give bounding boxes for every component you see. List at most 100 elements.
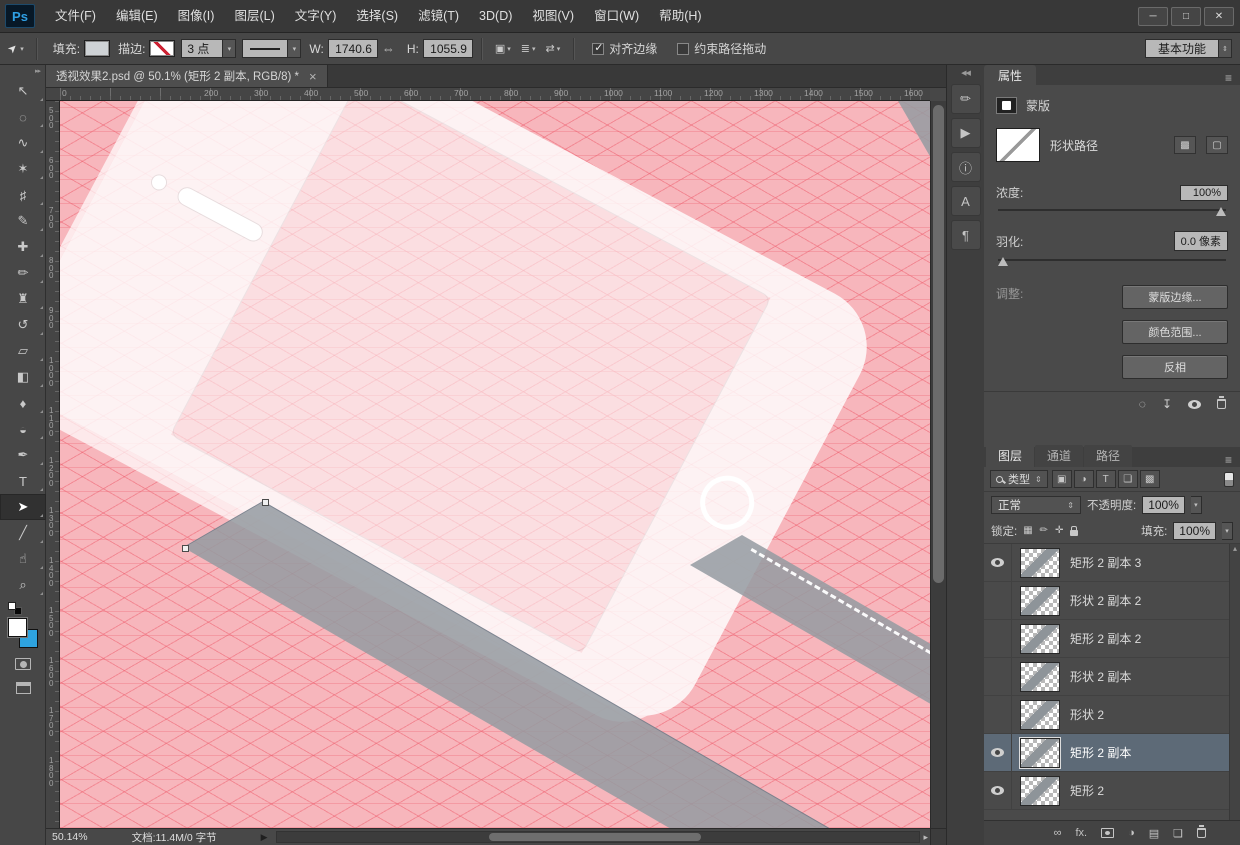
tool-preset-picker[interactable]: ➤ ▾: [8, 42, 24, 55]
add-pixel-mask-icon[interactable]: ▩: [1174, 136, 1196, 154]
panel-tab[interactable]: 通道: [1035, 445, 1083, 467]
invert-button[interactable]: 反相: [1122, 355, 1228, 379]
crop-tool[interactable]: ♯: [0, 182, 46, 208]
link-layers-icon[interactable]: ∞: [1054, 827, 1062, 839]
opacity-field[interactable]: 100%: [1142, 496, 1185, 514]
lock-image-pixels-icon[interactable]: ✏: [1040, 525, 1048, 536]
menu-item[interactable]: 3D(D): [469, 0, 522, 33]
eraser-tool[interactable]: ▱: [0, 338, 46, 364]
filter-type-layers-icon[interactable]: T: [1096, 470, 1116, 488]
layer-visibility-toggle[interactable]: [984, 544, 1012, 581]
fill-dropdown[interactable]: ▾: [1222, 522, 1233, 540]
layer-thumbnail[interactable]: [1020, 548, 1060, 578]
workspace-switcher[interactable]: 基本功能 ⇕: [1145, 39, 1232, 58]
new-layer-icon[interactable]: ❏: [1173, 827, 1183, 840]
line-tool[interactable]: ╱: [0, 520, 46, 546]
tools-panel-collapse[interactable]: ▸▸: [0, 65, 45, 78]
foreground-color-swatch[interactable]: [8, 618, 27, 637]
menu-item[interactable]: 图像(I): [168, 0, 225, 33]
menu-item[interactable]: 编辑(E): [106, 0, 168, 33]
load-selection-from-mask-icon[interactable]: ◌: [1139, 397, 1146, 411]
screen-mode-button[interactable]: [0, 676, 46, 700]
close-button[interactable]: ✕: [1204, 7, 1234, 26]
zoom-tool[interactable]: ⌕: [0, 572, 46, 598]
minimize-button[interactable]: ─: [1138, 7, 1168, 26]
path-arrange-button[interactable]: ⇄▾: [542, 39, 565, 59]
feather-slider-thumb[interactable]: [998, 257, 1008, 266]
opacity-dropdown[interactable]: ▾: [1191, 496, 1202, 514]
gray-bar-top-right[interactable]: [889, 101, 930, 536]
add-vector-mask-icon[interactable]: ▢: [1206, 136, 1228, 154]
constrain-drag-checkbox[interactable]: [677, 43, 689, 55]
stroke-width-field[interactable]: 3 点: [181, 39, 223, 58]
info-panel-icon[interactable]: ⓘ: [951, 152, 981, 182]
vertical-ruler[interactable]: 5006007008009001000110012001300140015001…: [46, 101, 60, 828]
stroke-style-dropdown[interactable]: ▾: [288, 39, 301, 58]
zoom-level-field[interactable]: 50.14%: [52, 831, 88, 843]
menu-item[interactable]: 视图(V): [522, 0, 584, 33]
feather-slider[interactable]: [998, 259, 1226, 261]
move-tool[interactable]: ↖: [0, 78, 46, 104]
vertical-scrollbar[interactable]: [930, 101, 946, 828]
layer-thumbnail[interactable]: [1020, 586, 1060, 616]
canvas[interactable]: [60, 101, 930, 828]
align-edges-option[interactable]: 对齐边缘: [592, 40, 657, 57]
layer-thumbnail[interactable]: [1020, 624, 1060, 654]
gradient-tool[interactable]: ◧: [0, 364, 46, 390]
filter-type-dropdown[interactable]: 类型 ⇕: [990, 470, 1048, 488]
layer-row[interactable]: 形状 2: [984, 696, 1240, 734]
layer-row[interactable]: 矩形 2 副本 3: [984, 544, 1240, 582]
layer-visibility-toggle[interactable]: [984, 734, 1012, 771]
type-tool[interactable]: T: [0, 468, 46, 494]
status-flyout-icon[interactable]: ▶: [261, 832, 268, 843]
layer-thumbnail[interactable]: [1020, 738, 1060, 768]
density-value-field[interactable]: 100%: [1180, 185, 1228, 201]
default-colors-icon[interactable]: [8, 602, 26, 616]
layer-visibility-toggle[interactable]: [984, 620, 1012, 657]
pen-tool[interactable]: ✒: [0, 442, 46, 468]
actions-panel-icon[interactable]: ▶: [951, 118, 981, 148]
layer-style-icon[interactable]: fx.: [1075, 827, 1087, 839]
menu-item[interactable]: 帮助(H): [649, 0, 711, 33]
layer-row[interactable]: 矩形 2: [984, 772, 1240, 810]
add-layer-mask-icon[interactable]: [1101, 828, 1114, 838]
horizontal-scrollbar-thumb[interactable]: [489, 833, 701, 841]
delete-mask-icon[interactable]: [1217, 399, 1226, 409]
lock-transparent-pixels-icon[interactable]: ▦: [1023, 525, 1032, 536]
scroll-right-icon[interactable]: ▸: [923, 832, 928, 843]
history-brush-tool[interactable]: ↺: [0, 312, 46, 338]
layer-thumbnail[interactable]: [1020, 662, 1060, 692]
stroke-swatch[interactable]: [149, 40, 175, 57]
panel-tab[interactable]: 路径: [1084, 445, 1132, 467]
path-operations-button[interactable]: ▣▾: [491, 39, 515, 59]
magic-wand-tool[interactable]: ✶: [0, 156, 46, 182]
align-edges-checkbox[interactable]: [592, 43, 604, 55]
enable-mask-eye-icon[interactable]: [1188, 400, 1201, 409]
panel-menu-icon[interactable]: ≡: [1225, 453, 1232, 467]
menu-item[interactable]: 图层(L): [224, 0, 284, 33]
shape-height-field[interactable]: 1055.9: [423, 39, 473, 58]
fill-field[interactable]: 100%: [1173, 522, 1216, 540]
panel-tab[interactable]: 图层: [986, 445, 1034, 467]
horizontal-ruler[interactable]: 0200300400500600700800900100011001200130…: [46, 88, 930, 101]
layer-visibility-toggle[interactable]: [984, 696, 1012, 733]
layer-visibility-toggle[interactable]: [984, 772, 1012, 809]
stroke-width-dropdown[interactable]: ▾: [223, 39, 236, 58]
marquee-tool[interactable]: ◌: [0, 104, 46, 130]
color-range-button[interactable]: 颜色范围...: [1122, 320, 1228, 344]
path-anchor-point[interactable]: [182, 545, 189, 552]
density-slider[interactable]: [998, 209, 1226, 211]
blur-tool[interactable]: ♦: [0, 390, 46, 416]
path-selection-tool[interactable]: ➤: [0, 494, 46, 520]
menu-item[interactable]: 文件(F): [45, 0, 106, 33]
layer-row[interactable]: 形状 2 副本 2: [984, 582, 1240, 620]
menu-item[interactable]: 滤镜(T): [408, 0, 469, 33]
healing-brush-tool[interactable]: ✚: [0, 234, 46, 260]
clone-stamp-tool[interactable]: ♜: [0, 286, 46, 312]
layers-scrollbar[interactable]: [1229, 544, 1240, 820]
path-alignment-button[interactable]: ≣▾: [517, 39, 540, 59]
panel-menu-icon[interactable]: ≡: [1225, 71, 1232, 85]
layer-thumbnail[interactable]: [1020, 700, 1060, 730]
stroke-style-picker[interactable]: [242, 39, 288, 58]
menu-item[interactable]: 窗口(W): [584, 0, 649, 33]
